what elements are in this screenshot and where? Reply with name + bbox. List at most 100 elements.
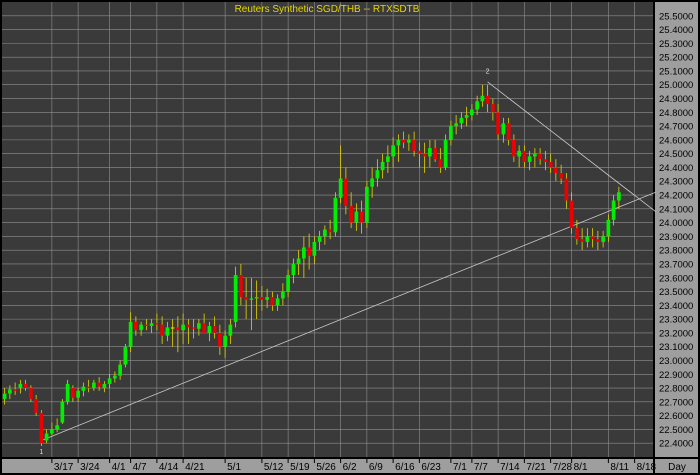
candle-body [191,327,196,329]
candle-body [449,126,453,140]
y-tick-label: 24.5000 [659,149,693,160]
x-tick-label: 6/2 [343,462,357,473]
candle-body [165,327,170,336]
candle-body [218,332,222,347]
candle-body [60,401,65,423]
x-tick-label: 6/23 [421,462,441,473]
candle-body [485,95,490,105]
candle-body [113,375,117,379]
x-tick-label: 5/1 [227,462,241,473]
candle-body [470,109,474,116]
x-tick-label: 4/7 [133,462,147,473]
candle-body [2,393,7,400]
candle-body [286,275,290,292]
candle-body [260,297,264,300]
candle-body [139,324,143,331]
candle-body [354,211,359,223]
candle-body [23,383,28,389]
candle-body [76,390,80,398]
candle-body [580,239,584,242]
candle-body [391,145,395,157]
candle-body [233,275,238,322]
x-tick-label: 3/17 [54,462,74,473]
y-tick-label: 22.4000 [659,439,693,450]
candle-body [517,150,521,157]
candle-body [170,327,175,329]
candle-body [197,323,201,329]
y-tick-label: 22.5000 [659,425,693,436]
candle-body [134,321,138,331]
y-tick-label: 24.6000 [659,135,693,146]
candle-body [254,297,259,299]
candle-body [590,236,595,240]
y-tick-label: 25.0000 [659,80,693,91]
y-tick-label: 23.8000 [659,246,693,257]
candle-body [412,139,416,151]
y-tick-label: 23.4000 [659,301,693,312]
candle-body [407,139,411,143]
candle-body [265,297,269,300]
candle-body [92,382,96,389]
x-tick-label: 6/9 [369,462,383,473]
y-tick-label: 22.8000 [659,384,693,395]
x-tick-label: 4/14 [159,462,179,473]
candle-body [380,161,385,171]
candle-body [527,156,532,162]
candle-body [29,388,33,400]
candle-body [601,236,605,242]
candle-body [559,172,563,179]
x-tick-label: 5/26 [316,462,336,473]
candle-body [396,139,401,146]
x-tick-label: 8/11 [610,462,629,473]
candle-body [18,383,23,389]
candle-body [496,112,500,135]
candle-body [370,178,374,187]
x-tick-label: 8/18 [637,462,657,473]
candle-body [365,186,369,223]
candle-body [585,236,590,242]
x-tick-label: 8/1 [574,462,588,473]
chart-title: Reuters Synthetic SGD/THB -- RTXSDTB [235,4,420,15]
candle-body [71,388,75,398]
x-tick-label: 7/7 [474,462,488,473]
candle-body [617,192,621,201]
y-tick-label: 23.0000 [659,356,693,367]
candle-body [144,324,149,327]
candle-body [223,335,227,347]
candle-body [302,247,306,259]
y-tick-label: 25.5000 [659,11,693,22]
candle-body [433,148,437,160]
candle-body [548,161,553,168]
candle-body [491,104,495,113]
candle-body [44,433,49,441]
y-tick-label: 24.7000 [659,122,693,133]
y-tick-label: 22.9000 [659,370,693,381]
candle-body [328,229,332,233]
candle-body [312,241,317,256]
candle-body [344,178,348,207]
candle-body [522,150,527,162]
candle-body [443,139,448,168]
candle-body [176,327,180,331]
candle-body [244,297,248,300]
y-tick-label: 24.2000 [659,191,693,202]
candle-body [296,258,301,264]
y-tick-label: 23.2000 [659,328,693,339]
candle-body [8,389,12,394]
candle-body [239,275,243,298]
candle-body [86,386,91,389]
trend-point-marker: 2 [486,69,490,76]
candle-body [186,324,191,328]
candle-body [401,139,406,143]
y-tick-label: 23.9000 [659,232,693,243]
y-tick-label: 25.3000 [659,39,693,50]
candle-body [249,298,254,300]
candle-body [118,364,122,376]
candle-body [317,236,322,242]
candle-body [39,412,44,444]
y-tick-label: 22.7000 [659,397,693,408]
candle-body [359,211,364,223]
candle-body [464,115,469,118]
y-tick-label: 23.3000 [659,315,693,326]
x-tick-label: 7/28 [553,462,573,473]
